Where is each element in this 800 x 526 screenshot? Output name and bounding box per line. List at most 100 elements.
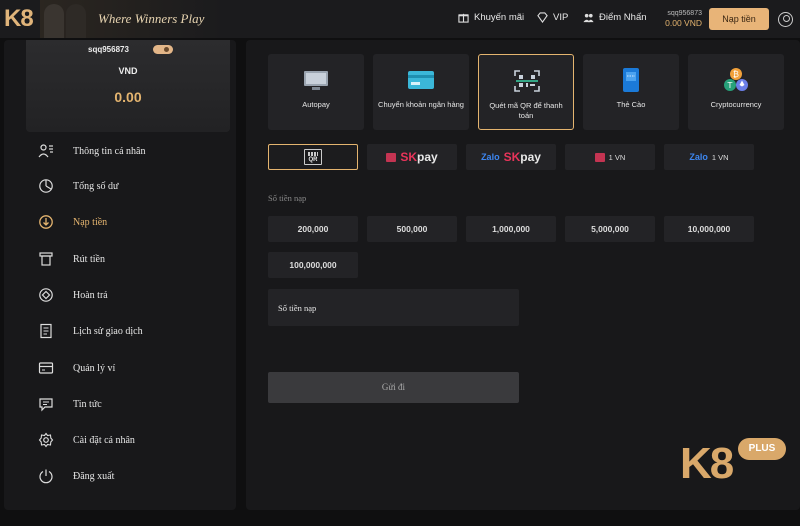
rebate-icon: [39, 288, 53, 302]
sidebar-item-news[interactable]: Tin tức: [38, 394, 218, 414]
balance-icon: [39, 179, 53, 193]
amount-option-1000000[interactable]: 1,000,000: [466, 216, 556, 242]
channel-label: pay: [416, 150, 438, 164]
chat-icon: [39, 398, 53, 412]
monitor-icon: [304, 71, 328, 90]
ambassador-figure: [44, 4, 64, 38]
channel-zalo-skpay[interactable]: Zalo SK pay: [466, 144, 556, 170]
settings-icon: [38, 432, 54, 448]
nav-label: VIP: [553, 12, 569, 23]
deposit-panel: Autopay Chuyển khoản ngân hàng Quét mã Q…: [246, 40, 800, 510]
account-sidebar: sqq956873 VND 0.00 Thông tin cá nhân Tổn…: [4, 40, 236, 510]
channel-1vn[interactable]: 1 VN: [565, 144, 655, 170]
gift-icon: [458, 13, 469, 23]
nav-promotions[interactable]: Khuyến mãi: [458, 12, 524, 23]
brand-logo-text: K8: [680, 439, 734, 488]
people-icon: [583, 13, 594, 23]
vip-level-badge: [153, 45, 173, 54]
method-crypto[interactable]: ₿ T Cryptocurrency: [688, 54, 784, 130]
sidebar-item-profile[interactable]: Thông tin cá nhân: [38, 141, 218, 161]
nav-label: Điểm Nhấn: [599, 12, 647, 23]
channel-zalo-1vn[interactable]: Zalo 1 VN: [664, 144, 754, 170]
method-scratch-card[interactable]: Thẻ Cào: [583, 54, 679, 130]
sidebar-item-label: Quản lý ví: [73, 362, 116, 374]
method-label: Chuyển khoản ngân hàng: [378, 100, 464, 109]
channel-label: SK: [503, 150, 521, 164]
amount-option-500000[interactable]: 500,000: [367, 216, 457, 242]
qr-scan-icon: [514, 70, 540, 92]
submit-button[interactable]: Gửi đi: [268, 372, 519, 403]
ambassador-figure: [66, 4, 86, 38]
method-label: Autopay: [302, 100, 330, 109]
sidebar-item-label: Đăng xuất: [73, 470, 115, 482]
nav-highlights[interactable]: Điểm Nhấn: [583, 12, 647, 23]
method-qr-scan[interactable]: Quét mã QR để thanh toán: [478, 54, 574, 130]
method-bank-transfer[interactable]: Chuyển khoản ngân hàng: [373, 54, 469, 130]
amount-option-200000[interactable]: 200,000: [268, 216, 358, 242]
channel-skpay[interactable]: SK pay: [367, 144, 457, 170]
amount-option-10000000[interactable]: 10,000,000: [664, 216, 754, 242]
amount-option-5000000[interactable]: 5,000,000: [565, 216, 655, 242]
top-header: K8 Where Winners Play Khuyến mãi VIP Điể…: [0, 0, 800, 38]
svg-text:₿: ₿: [733, 70, 739, 79]
scratch-card-icon: [623, 68, 639, 92]
channel-label: SK: [400, 150, 417, 164]
sidebar-item-settings[interactable]: Cài đặt cá nhân: [38, 430, 218, 450]
nav-label: Khuyến mãi: [474, 12, 525, 23]
sidebar-item-label: Nạp tiền: [73, 216, 108, 228]
sidebar-item-label: Tổng số dư: [73, 180, 119, 192]
profile-icon: [38, 144, 53, 158]
method-label: Thẻ Cào: [616, 100, 646, 109]
channel-label: Zalo: [481, 152, 500, 162]
sidebar-item-wallet[interactable]: Quản lý ví: [38, 358, 218, 378]
sidebar-username: sqq956873: [88, 45, 129, 54]
diamond-icon: [537, 12, 548, 23]
k8-plus-logo: K8 PLUS: [678, 438, 788, 490]
channel-label: pay: [520, 150, 541, 164]
nav-vip[interactable]: VIP: [537, 12, 568, 23]
slogan-text: Where Winners Play: [98, 11, 205, 26]
k8-logo[interactable]: K8: [4, 5, 34, 33]
currency-label: VND: [118, 66, 138, 76]
sidebar-item-label: Thông tin cá nhân: [73, 145, 146, 157]
method-label: Quét mã QR để thanh toán: [489, 101, 563, 120]
wallet-icon: [38, 362, 54, 374]
withdraw-icon: [39, 252, 53, 266]
channel-label: QR: [308, 157, 318, 163]
sidebar-item-label: Tin tức: [73, 398, 102, 410]
history-icon: [40, 323, 52, 339]
amount-input[interactable]: [268, 289, 519, 326]
bank-card-icon: [408, 71, 434, 89]
qr-code-icon: QR: [304, 149, 322, 165]
wallet-balance: 0.00: [114, 89, 142, 105]
channel-label: Zalo: [689, 152, 708, 162]
amount-option-100000000[interactable]: 100,000,000: [268, 252, 358, 278]
skpay-logo-icon: [386, 152, 397, 162]
channel-qr[interactable]: QR: [268, 144, 358, 170]
channel-label: 1 VN: [711, 152, 729, 162]
sidebar-item-balance[interactable]: Tổng số dư: [38, 176, 218, 196]
amount-section-label: Số tiền nạp: [268, 193, 307, 203]
header-username: sqq956873: [667, 10, 702, 17]
sidebar-item-rebate[interactable]: Hoàn trả: [38, 285, 218, 305]
deposit-icon: [39, 215, 53, 229]
profile-card: sqq956873 VND 0.00: [26, 40, 230, 132]
onevn-logo-icon: [594, 152, 605, 162]
header-balance: 0.00 VND: [665, 18, 702, 28]
logout-icon: [39, 469, 53, 484]
svg-text:T: T: [727, 81, 733, 90]
sidebar-item-withdraw[interactable]: Rút tiền: [38, 249, 218, 269]
crypto-icon: ₿T: [724, 68, 748, 91]
brand-plus-badge: PLUS: [738, 438, 786, 460]
method-autopay[interactable]: Autopay: [268, 54, 364, 130]
sidebar-item-label: Lịch sử giao dịch: [73, 325, 143, 337]
sidebar-item-deposit[interactable]: Nạp tiền: [38, 212, 218, 232]
sidebar-item-label: Hoàn trả: [73, 289, 108, 301]
header-deposit-button[interactable]: Nạp tiền: [709, 8, 769, 30]
sidebar-item-logout[interactable]: Đăng xuất: [38, 466, 218, 486]
user-account-icon[interactable]: [778, 12, 793, 27]
slogan-banner: Where Winners Play: [40, 0, 222, 38]
sidebar-item-history[interactable]: Lịch sử giao dịch: [38, 321, 218, 341]
sidebar-item-label: Cài đặt cá nhân: [73, 434, 135, 446]
account-summary: sqq956873 0.00 VND: [664, 10, 702, 28]
